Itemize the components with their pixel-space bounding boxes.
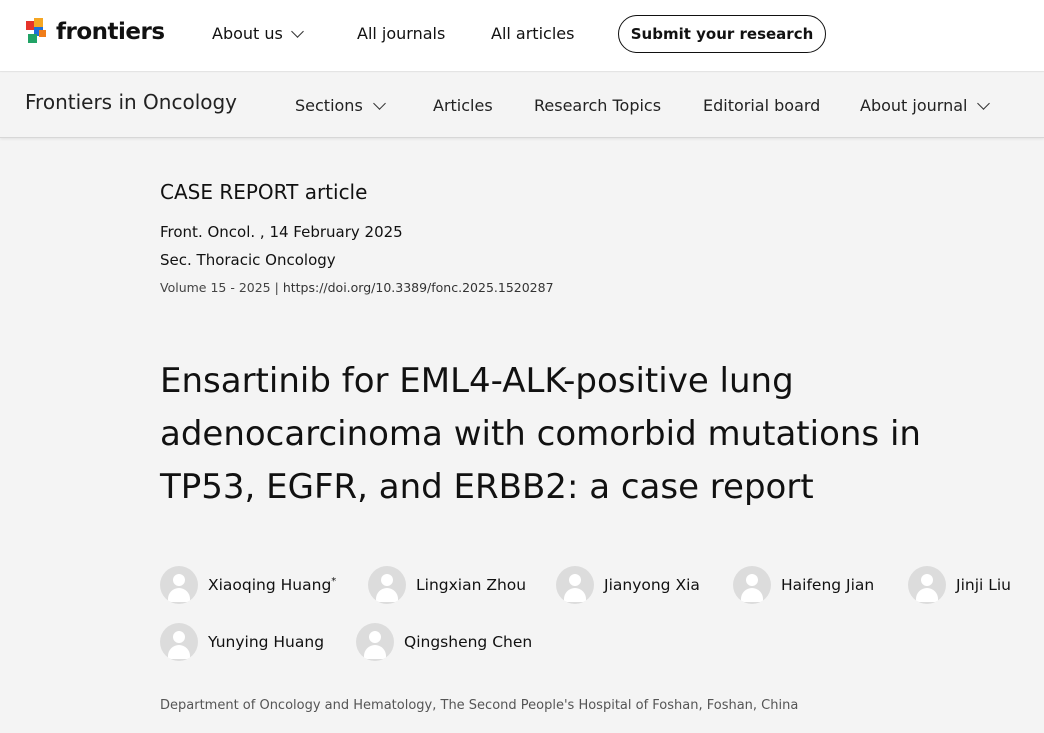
avatar-icon — [556, 566, 594, 604]
author-name: Qingsheng Chen — [404, 633, 533, 651]
author-name: Haifeng Jian — [781, 576, 875, 594]
section-line[interactable]: Sec. Thoracic Oncology — [160, 251, 336, 269]
submit-research-button[interactable]: Submit your research — [618, 15, 826, 53]
volume-label: Volume 15 - 2025 | — [160, 280, 279, 295]
about-journal-label: About journal — [860, 96, 968, 115]
author-item[interactable]: Yunying Huang — [160, 623, 324, 661]
journal-title[interactable]: Frontiers in Oncology — [25, 90, 237, 114]
doi-link[interactable]: https://doi.org/10.3389/fonc.2025.152028… — [283, 280, 554, 295]
journal-navigation: Frontiers in Oncology Sections Articles … — [0, 73, 1044, 138]
article-title: Ensartinib for EML4-ALK-positive lung ad… — [160, 355, 1020, 514]
chevron-down-icon — [372, 96, 386, 110]
editorial-board-link[interactable]: Editorial board — [703, 96, 820, 115]
avatar-icon — [908, 566, 946, 604]
title-line: TP53, EGFR, and ERBB2: a case report — [160, 467, 814, 507]
chevron-down-icon — [291, 24, 304, 38]
author-item[interactable]: Jinji Liu — [908, 566, 1011, 604]
all-journals-label: All journals — [357, 24, 446, 43]
avatar-icon — [368, 566, 406, 604]
avatar-icon — [733, 566, 771, 604]
about-us-menu[interactable]: About us — [212, 24, 304, 43]
author-item[interactable]: Xiaoqing Huang* — [160, 566, 336, 604]
sections-menu[interactable]: Sections — [295, 96, 386, 115]
avatar-icon — [160, 566, 198, 604]
logo-text: frontiers — [56, 19, 165, 45]
affiliation-text: Department of Oncology and Hematology, T… — [160, 698, 799, 713]
title-line: Ensartinib for EML4-ALK-positive lung — [160, 361, 794, 401]
about-journal-menu[interactable]: About journal — [860, 96, 991, 115]
article-type: CASE REPORT article — [160, 180, 368, 204]
author-item[interactable]: Haifeng Jian — [733, 566, 874, 604]
volume-doi-line: Volume 15 - 2025 | https://doi.org/10.33… — [160, 280, 554, 295]
author-item[interactable]: Jianyong Xia — [556, 566, 700, 604]
author-name: Yunying Huang — [208, 633, 325, 651]
all-articles-link[interactable]: All articles — [491, 24, 574, 43]
corresponding-author-mark: * — [331, 575, 337, 587]
editorial-board-label: Editorial board — [703, 96, 821, 115]
all-journals-link[interactable]: All journals — [357, 24, 445, 43]
research-topics-label: Research Topics — [534, 96, 662, 115]
about-us-label: About us — [212, 24, 283, 43]
author-name: Jinji Liu — [956, 576, 1012, 594]
frontiers-logo-icon — [26, 18, 50, 46]
avatar-icon — [356, 623, 394, 661]
chevron-down-icon — [977, 96, 991, 110]
research-topics-link[interactable]: Research Topics — [534, 96, 661, 115]
avatar-icon — [160, 623, 198, 661]
author-item[interactable]: Lingxian Zhou — [368, 566, 526, 604]
title-line: adenocarcinoma with comorbid mutations i… — [160, 414, 921, 454]
top-navigation: frontiers About us All journals All arti… — [0, 0, 1044, 72]
author-name: Xiaoqing Huang* — [208, 575, 337, 595]
citation-line: Front. Oncol. , 14 February 2025 — [160, 223, 403, 241]
frontiers-logo[interactable]: frontiers — [26, 18, 165, 46]
section-label: Sec. Thoracic Oncology — [160, 251, 336, 269]
articles-link[interactable]: Articles — [433, 96, 493, 115]
all-articles-label: All articles — [491, 24, 575, 43]
sections-label: Sections — [295, 96, 363, 115]
author-item[interactable]: Qingsheng Chen — [356, 623, 532, 661]
articles-label: Articles — [433, 96, 493, 115]
author-name: Jianyong Xia — [604, 576, 700, 594]
author-name: Lingxian Zhou — [416, 576, 527, 594]
